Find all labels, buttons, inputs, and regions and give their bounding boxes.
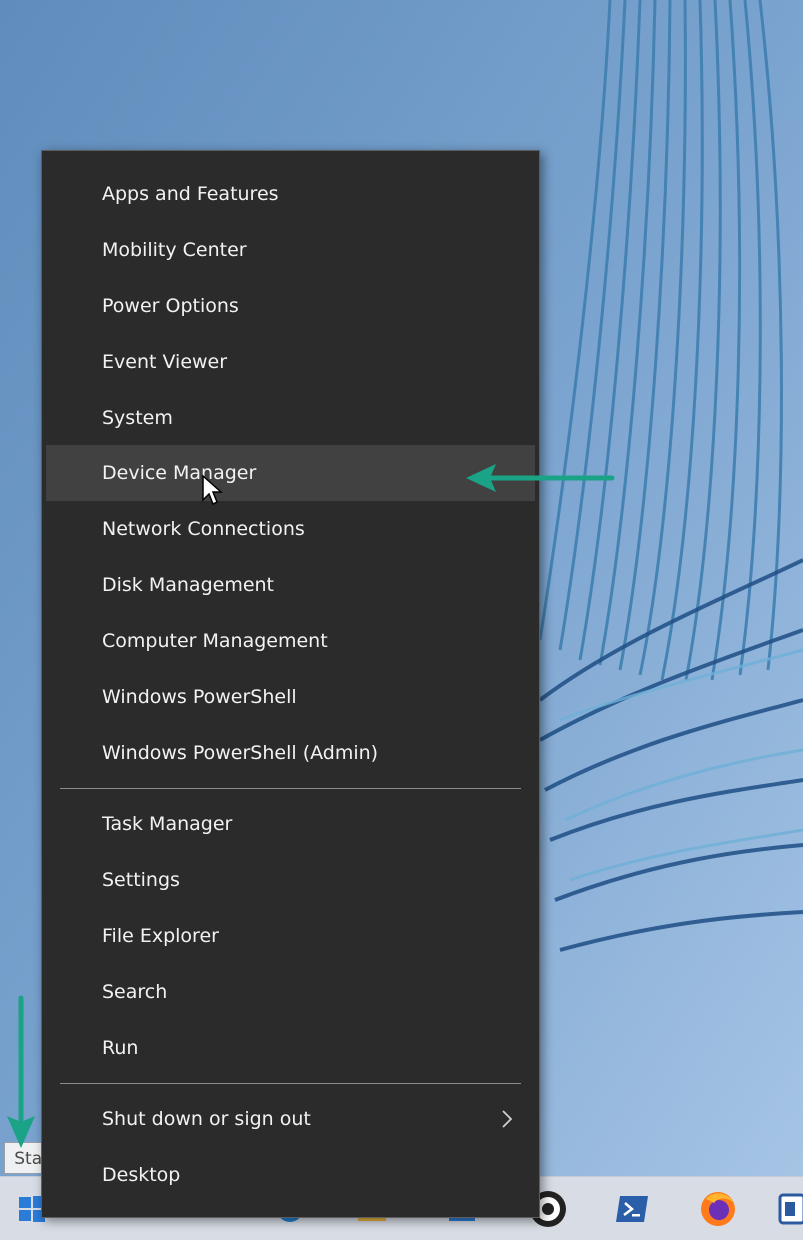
menu-item-network-connections[interactable]: Network Connections bbox=[46, 501, 535, 557]
menu-item-system[interactable]: System bbox=[46, 390, 535, 446]
menu-item-label: Shut down or sign out bbox=[102, 1108, 311, 1130]
menu-separator bbox=[60, 1083, 521, 1084]
menu-item-desktop[interactable]: Desktop bbox=[46, 1147, 535, 1203]
menu-item-windows-powershell[interactable]: Windows PowerShell bbox=[46, 669, 535, 725]
annotation-arrow-down-icon bbox=[7, 995, 35, 1148]
menu-item-disk-management[interactable]: Disk Management bbox=[46, 557, 535, 613]
app-icon[interactable] bbox=[770, 1187, 803, 1231]
firefox-icon[interactable] bbox=[696, 1187, 740, 1231]
menu-item-mobility-center[interactable]: Mobility Center bbox=[46, 222, 535, 278]
menu-item-search[interactable]: Search bbox=[46, 964, 535, 1020]
menu-item-power-options[interactable]: Power Options bbox=[46, 278, 535, 334]
menu-item-event-viewer[interactable]: Event Viewer bbox=[46, 334, 535, 390]
menu-item-shut-down-or-sign-out[interactable]: Shut down or sign out bbox=[46, 1091, 535, 1147]
menu-item-file-explorer[interactable]: File Explorer bbox=[46, 908, 535, 964]
menu-item-task-manager[interactable]: Task Manager bbox=[46, 796, 535, 852]
chevron-right-icon bbox=[502, 1110, 513, 1128]
menu-item-computer-management[interactable]: Computer Management bbox=[46, 613, 535, 669]
menu-item-run[interactable]: Run bbox=[46, 1020, 535, 1076]
mouse-cursor-icon bbox=[202, 474, 223, 506]
annotation-arrow-left-icon bbox=[466, 464, 615, 492]
powershell-icon[interactable] bbox=[610, 1187, 654, 1231]
menu-item-settings[interactable]: Settings bbox=[46, 852, 535, 908]
menu-separator bbox=[60, 788, 521, 789]
menu-item-windows-powershell-admin[interactable]: Windows PowerShell (Admin) bbox=[46, 725, 535, 781]
menu-item-apps-and-features[interactable]: Apps and Features bbox=[46, 166, 535, 222]
power-user-menu: Apps and Features Mobility Center Power … bbox=[41, 150, 540, 1218]
